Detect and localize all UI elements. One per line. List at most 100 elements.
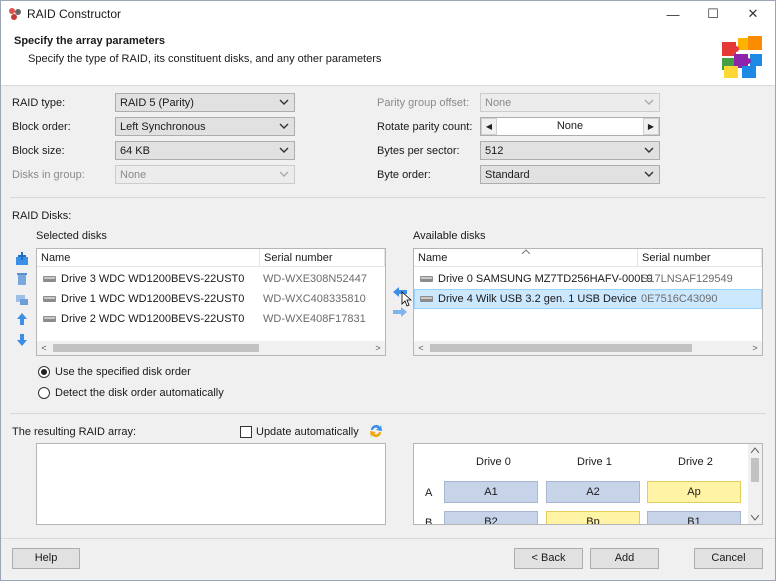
- disk-serial: WD-WXE408F17831: [263, 313, 366, 325]
- scroll-down-icon[interactable]: [751, 515, 759, 521]
- parity-group-offset-select: None: [480, 93, 660, 112]
- window-title: RAID Constructor: [27, 7, 122, 21]
- column-serial[interactable]: Serial number: [260, 249, 385, 267]
- chevron-down-icon: [279, 171, 289, 177]
- list-header: Name Serial number: [37, 249, 385, 267]
- table-row[interactable]: Drive 1 WDC WD1200BEVS-22UST0 WD-WXC4083…: [37, 289, 385, 309]
- column-serial[interactable]: Serial number: [638, 249, 762, 267]
- cancel-button[interactable]: Cancel: [694, 548, 763, 569]
- horizontal-scrollbar[interactable]: < >: [37, 341, 385, 355]
- raid-type-label: RAID type:: [12, 97, 66, 109]
- chevron-down-icon: [644, 99, 654, 105]
- scroll-right-icon[interactable]: >: [371, 341, 385, 355]
- scrollbar-thumb[interactable]: [53, 344, 259, 352]
- divider: [10, 413, 766, 414]
- scrollbar-thumb[interactable]: [751, 458, 759, 482]
- available-disks-list[interactable]: Name Serial number Drive 0 SAMSUNG MZ7TD…: [413, 248, 763, 356]
- add-button[interactable]: Add: [590, 548, 659, 569]
- table-row[interactable]: Drive 0 SAMSUNG MZ7TD256HAFV-000L9 S17LN…: [414, 269, 762, 289]
- scroll-left-icon[interactable]: <: [414, 341, 428, 355]
- scroll-right-icon[interactable]: >: [748, 341, 762, 355]
- table-row[interactable]: Drive 2 WDC WD1200BEVS-22UST0 WD-WXE408F…: [37, 309, 385, 329]
- add-disk-icon[interactable]: [14, 251, 30, 267]
- bytes-per-sector-value: 512: [485, 144, 504, 157]
- disk-name: Drive 4 Wilk USB 3.2 gen. 1 USB Device: [438, 293, 637, 305]
- byte-order-value: Standard: [485, 168, 530, 181]
- available-disks-label: Available disks: [413, 230, 486, 242]
- byte-order-select[interactable]: Standard: [480, 165, 660, 184]
- disk-serial: WD-WXE308N52447: [263, 273, 367, 285]
- rotate-parity-count-value: None: [556, 120, 584, 132]
- disks-in-group-label: Disks in group:: [12, 169, 85, 181]
- use-specified-order-radio[interactable]: [38, 366, 50, 378]
- spin-right-button[interactable]: ▶: [643, 118, 659, 135]
- maximize-button[interactable]: ☐: [693, 0, 733, 28]
- chevron-down-icon: [279, 123, 289, 129]
- bytes-per-sector-label: Bytes per sector:: [377, 145, 460, 157]
- close-button[interactable]: ✕: [733, 0, 773, 28]
- scroll-left-icon[interactable]: <: [37, 341, 51, 355]
- disk-serial: 0E7516C43090: [641, 293, 718, 305]
- mouse-cursor-icon: [401, 291, 412, 307]
- raid-layout-grid: Drive 0 Drive 1 Drive 2 A A1 A2 Ap B B2 …: [413, 443, 763, 525]
- stripe-row-label: B: [425, 517, 433, 525]
- parity-group-offset-label: Parity group offset:: [377, 97, 470, 109]
- usb-drive-icon: [420, 296, 433, 302]
- table-row-selected[interactable]: Drive 4 Wilk USB 3.2 gen. 1 USB Device 0…: [414, 289, 762, 309]
- spin-left-button[interactable]: ◀: [481, 118, 497, 135]
- rotate-parity-count-spinner[interactable]: ◀ None ▶: [480, 117, 660, 136]
- byte-order-label: Byte order:: [377, 169, 431, 181]
- vertical-scrollbar[interactable]: [748, 444, 762, 524]
- chevron-down-icon: [644, 147, 654, 153]
- stripe-row-label: A: [425, 487, 433, 499]
- refresh-icon[interactable]: [368, 423, 384, 439]
- properties-icon[interactable]: [14, 291, 30, 307]
- block-size-select[interactable]: 64 KB: [115, 141, 295, 160]
- back-button[interactable]: < Back: [514, 548, 583, 569]
- disk-drive-icon: [43, 296, 56, 302]
- block-order-label: Block order:: [12, 121, 71, 133]
- disk-drive-icon: [43, 316, 56, 322]
- delete-icon[interactable]: [14, 271, 30, 287]
- chevron-down-icon: [279, 147, 289, 153]
- column-name[interactable]: Name: [37, 249, 260, 267]
- divider: [10, 197, 766, 198]
- disk-serial: WD-WXC408335810: [263, 293, 366, 305]
- use-specified-order-label[interactable]: Use the specified disk order: [55, 366, 191, 378]
- puzzle-icon: [722, 36, 762, 78]
- table-row[interactable]: Drive 3 WDC WD1200BEVS-22UST0 WD-WXE308N…: [37, 269, 385, 289]
- result-textarea[interactable]: [36, 443, 386, 525]
- update-automatically-label[interactable]: Update automatically: [256, 426, 359, 438]
- disk-name: Drive 2 WDC WD1200BEVS-22UST0: [61, 313, 245, 325]
- scrollbar-thumb[interactable]: [430, 344, 692, 352]
- page-subtitle: Specify the type of RAID, its constituen…: [28, 53, 382, 65]
- chevron-down-icon: [279, 99, 289, 105]
- disk-name: Drive 3 WDC WD1200BEVS-22UST0: [61, 273, 245, 285]
- disks-in-group-value: None: [120, 168, 147, 181]
- move-up-icon[interactable]: [14, 311, 30, 327]
- drive-column-header: Drive 1: [577, 456, 612, 468]
- block-order-value: Left Synchronous: [120, 120, 206, 133]
- result-label: The resulting RAID array:: [12, 426, 137, 438]
- detect-order-label[interactable]: Detect the disk order automatically: [55, 387, 224, 399]
- raid-type-select[interactable]: RAID 5 (Parity): [115, 93, 295, 112]
- disk-name: Drive 1 WDC WD1200BEVS-22UST0: [61, 293, 245, 305]
- parity-block: Bp: [546, 511, 640, 524]
- disks-in-group-select: None: [115, 165, 295, 184]
- sort-ascending-icon: [522, 249, 530, 254]
- bytes-per-sector-select[interactable]: 512: [480, 141, 660, 160]
- title-bar: RAID Constructor — ☐ ✕: [0, 0, 776, 28]
- scroll-up-icon[interactable]: [751, 447, 759, 453]
- selected-disks-list[interactable]: Name Serial number Drive 3 WDC WD1200BEV…: [36, 248, 386, 356]
- minimize-button[interactable]: —: [653, 0, 693, 28]
- wizard-header: Specify the array parameters Specify the…: [0, 28, 776, 86]
- move-down-icon[interactable]: [14, 332, 30, 348]
- detect-order-radio[interactable]: [38, 387, 50, 399]
- horizontal-scrollbar[interactable]: < >: [414, 341, 762, 355]
- block-order-select[interactable]: Left Synchronous: [115, 117, 295, 136]
- app-icon: [8, 7, 22, 21]
- help-button[interactable]: Help: [12, 548, 80, 569]
- move-right-arrow-icon[interactable]: [392, 306, 408, 318]
- data-block: B1: [647, 511, 741, 524]
- update-automatically-checkbox[interactable]: [240, 426, 252, 438]
